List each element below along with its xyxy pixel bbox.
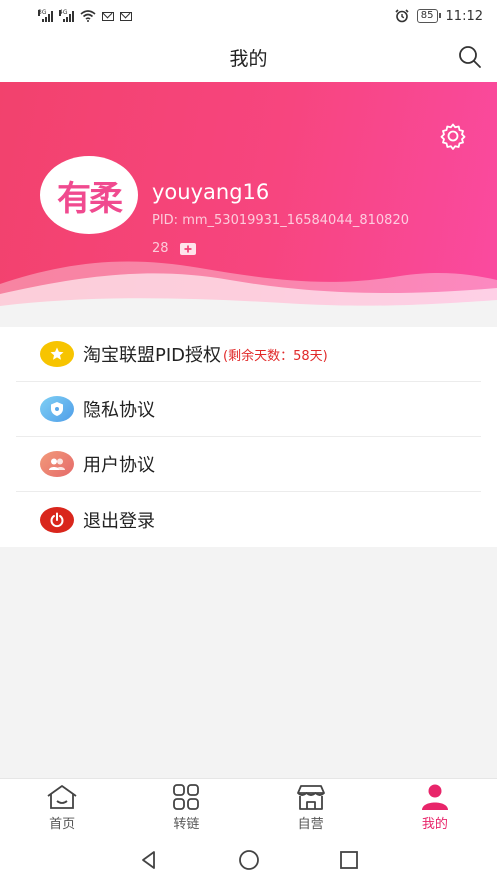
mail-icon — [102, 11, 114, 21]
signal-3g-icon: 3G — [38, 10, 53, 22]
tab-self-run[interactable]: 自营 — [249, 779, 373, 836]
tab-label: 自营 — [297, 817, 324, 832]
menu-item-label: 淘宝联盟PID授权 — [83, 345, 222, 366]
menu-list: 淘宝联盟PID授权 (剩余天数：58天) 隐私协议 用户协议 退出登录 — [0, 327, 497, 547]
menu-item-privacy[interactable]: 隐私协议 — [16, 382, 481, 437]
wifi-icon — [80, 10, 96, 22]
tab-label: 我的 — [421, 817, 448, 832]
menu-item-label: 退出登录 — [83, 510, 155, 532]
power-icon — [40, 506, 74, 533]
signal-3g-label: 3G — [38, 9, 47, 16]
home-icon — [47, 785, 77, 809]
search-icon[interactable] — [457, 44, 483, 70]
tab-label: 首页 — [49, 817, 76, 832]
shield-icon — [40, 396, 74, 422]
signal-4g-icon: 4G — [59, 10, 74, 22]
menu-item-label: 隐私协议 — [83, 400, 155, 421]
menu-item-pid-auth[interactable]: 淘宝联盟PID授权 (剩余天数：58天) — [16, 327, 481, 382]
nav-header: 我的 — [0, 32, 497, 82]
tab-mine[interactable]: 我的 — [373, 779, 497, 836]
avatar-logo-text: 有柔 — [57, 178, 123, 219]
tab-convert-link[interactable]: 转链 — [124, 779, 248, 836]
shop-icon — [296, 785, 325, 810]
grid-icon — [173, 784, 200, 810]
mail-icon — [120, 11, 132, 21]
remaining-days-note: (剩余天数：58天) — [223, 348, 328, 364]
wave-decoration — [0, 261, 497, 314]
menu-item-logout[interactable]: 退出登录 — [16, 492, 481, 547]
menu-item-user-agreement[interactable]: 用户协议 — [16, 437, 481, 492]
star-badge-icon — [40, 341, 74, 367]
username: youyang16 — [152, 180, 270, 204]
back-icon[interactable] — [138, 849, 160, 871]
tab-home[interactable]: 首页 — [0, 779, 124, 836]
page-title: 我的 — [229, 47, 268, 70]
status-icons-left: 3G 4G — [38, 10, 132, 22]
tab-label: 转链 — [173, 817, 200, 832]
system-nav-bar — [0, 836, 497, 883]
avatar[interactable]: 有柔 — [40, 156, 138, 234]
person-icon — [421, 784, 448, 810]
gear-icon[interactable] — [439, 122, 467, 150]
users-icon — [40, 451, 74, 477]
profile-header: 有柔 youyang16 PID: mm_53019931_16584044_8… — [0, 82, 497, 314]
menu-item-label: 用户协议 — [83, 455, 155, 476]
clock: 11:12 — [445, 8, 483, 24]
home-circle-icon[interactable] — [238, 849, 260, 871]
status-icons-right: 85 11:12 — [395, 9, 483, 24]
battery-icon: 85 — [416, 9, 441, 23]
recent-apps-icon[interactable] — [338, 849, 360, 871]
alarm-icon — [395, 9, 409, 23]
bottom-tab-bar: 首页 转链 自营 我的 — [0, 778, 497, 836]
status-bar: 3G 4G 85 11:12 — [0, 0, 497, 32]
pid-text: PID: mm_53019931_16584044_810820 — [152, 213, 409, 228]
signal-4g-label: 4G — [59, 9, 68, 16]
